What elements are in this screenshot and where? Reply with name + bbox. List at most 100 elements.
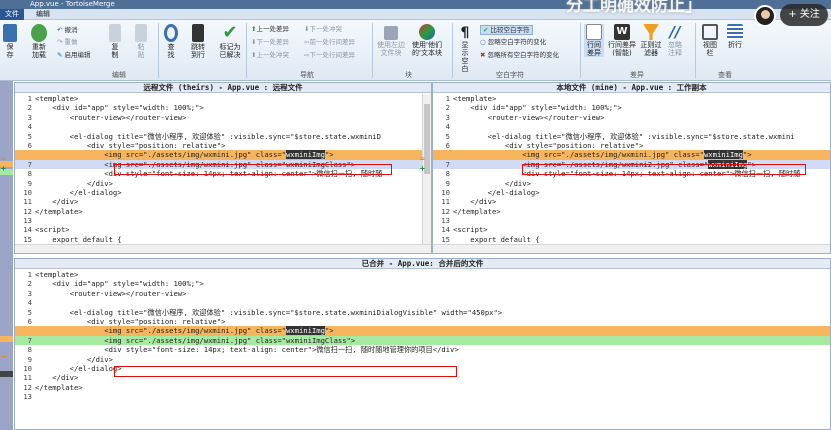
- undo-button[interactable]: ↶ 撤消: [57, 26, 78, 34]
- code-line[interactable]: 1 <template>: [15, 270, 830, 279]
- code-line[interactable]: 1 <template>: [433, 94, 830, 103]
- reload-button[interactable]: 重新加载: [28, 24, 50, 59]
- use-theirs-block-button[interactable]: 使用'他们的'文本块: [410, 24, 444, 57]
- code-line[interactable]: 6 <div style="position: relative">: [15, 317, 830, 326]
- code-line[interactable]: 15 export default {: [433, 235, 830, 244]
- show-whitespace-button[interactable]: ¶ 显示空白: [456, 26, 474, 73]
- line-number: 11: [23, 373, 32, 383]
- code-line[interactable]: 6 <div style="position: relative">: [15, 141, 431, 150]
- code-line[interactable]: 14 <script>: [433, 225, 830, 234]
- code-line[interactable]: 2 <div id="app" style="width: 100%;">: [15, 103, 431, 112]
- ignore-ws-change-option[interactable]: ○ 忽略空白字符的变化: [480, 38, 546, 46]
- code-line[interactable]: 2 <div id="app" style="width: 100%;">: [15, 279, 830, 288]
- line-text-part: </div>: [35, 354, 113, 364]
- code-line[interactable]: 5 <el-dialog title="微信小程序, 欢迎体验" :visibl…: [15, 308, 830, 317]
- prev-diff-button[interactable]: ⬆上一处差异: [251, 25, 289, 33]
- compare-whitespace-option[interactable]: ✔ 比较空白字符: [480, 25, 533, 35]
- code-line[interactable]: 14 <script>: [15, 225, 431, 234]
- code-line[interactable]: 15 export default {: [15, 235, 431, 244]
- location-marker: [0, 371, 13, 377]
- code-line[interactable]: 5 <el-dialog title="微信小程序, 欢迎体验" :visibl…: [15, 132, 431, 141]
- line-diff-smart-button[interactable]: W 行间差异(智能): [607, 24, 637, 57]
- next-diff-button[interactable]: ⬇下一处差异: [251, 38, 289, 46]
- location-bar[interactable]: [0, 81, 13, 430]
- code-line[interactable]: 5 <el-dialog title="微信小程序, 欢迎体验" :visibl…: [433, 132, 830, 141]
- line-number: [15, 150, 35, 159]
- avatar[interactable]: [754, 5, 776, 27]
- use-left-block-button[interactable]: 使用左边文件块: [376, 26, 406, 57]
- code-line[interactable]: 1 <template>: [15, 94, 431, 103]
- redo-label: 重做: [64, 38, 78, 46]
- fold-button[interactable]: 折行: [726, 24, 744, 49]
- code-line[interactable]: 4: [15, 122, 431, 131]
- line-number: 12: [23, 382, 32, 392]
- code-line[interactable]: <img src="./assets/img/wxmini.jpg" class…: [15, 150, 431, 160]
- code-line[interactable]: 7 <img src="./assets/img/wxmini.jpg" cla…: [15, 335, 830, 346]
- highlight-box: [114, 164, 392, 175]
- merged-pane[interactable]: 已合并 - App.vue: 合并后的文件 1 <template> 2 <div …: [14, 258, 831, 430]
- line-number: 10: [441, 187, 450, 197]
- ignore-ws-change-label: 忽略空白字符的变化: [487, 38, 547, 46]
- ignore-all-ws-option[interactable]: ✖ 忽略所有空白字符的变化: [480, 51, 559, 59]
- prev-inline-button[interactable]: ⇦前一处行间差异: [304, 38, 355, 46]
- code-line[interactable]: 11 </div>: [433, 197, 830, 206]
- code-line[interactable]: 3 <router-view></router-view>: [433, 113, 830, 122]
- find-button[interactable]: 查找: [163, 24, 179, 59]
- mine-pane[interactable]: 本地文件 (mine) - App.vue : 工作副本 1 <template>…: [432, 82, 831, 254]
- line-number: 14: [441, 225, 450, 235]
- next-inline-button[interactable]: ⇨下一处行间差异: [304, 51, 355, 59]
- code-line[interactable]: 13: [15, 216, 431, 225]
- code-line[interactable]: 9 </div>: [433, 179, 830, 188]
- code-line[interactable]: 9 </div>: [15, 355, 830, 364]
- code-line[interactable]: 4: [15, 298, 830, 307]
- enable-edit-button[interactable]: ✎ 启用编辑: [57, 51, 91, 59]
- code-line[interactable]: <img src="./assets/img/wxmini.jpg" class…: [433, 150, 830, 160]
- line-text-part: </template>: [35, 382, 83, 392]
- follow-button[interactable]: + 关注: [780, 4, 828, 26]
- ignore-comments-button[interactable]: // 忽略注释: [666, 24, 684, 57]
- code-line[interactable]: 10 </el-dialog>: [433, 188, 830, 197]
- code-line[interactable]: 13: [433, 216, 830, 225]
- code-line[interactable]: 2 <div id="app" style="width: 100%;">: [433, 103, 830, 112]
- paste-button[interactable]: 粘贴: [134, 24, 148, 59]
- code-line[interactable]: <img src="./assets/img/wxmini.jpg" class…: [15, 326, 830, 336]
- code-line[interactable]: 4: [433, 122, 830, 131]
- code-line[interactable]: 10 </el-dialog>: [15, 188, 431, 197]
- menu-edit[interactable]: 编辑: [36, 9, 50, 20]
- regex-filter-button[interactable]: 正则过滤器: [640, 24, 662, 57]
- copy-icon: [109, 24, 121, 42]
- next-conflict-button[interactable]: ⬇下一处冲突: [304, 25, 342, 33]
- line-text: [35, 216, 431, 225]
- code-line[interactable]: 8 <div style="font-size: 14px; text-alig…: [15, 345, 830, 354]
- line-text: <div style="position: relative">: [35, 317, 830, 326]
- line-diff-button[interactable]: 行间差异: [584, 24, 604, 57]
- horizontal-scrollbar[interactable]: [433, 244, 830, 253]
- line-number: 5: [27, 307, 32, 317]
- magnifier-icon: [164, 24, 178, 42]
- redo-button[interactable]: ↷ 重做: [57, 38, 78, 46]
- menu-file[interactable]: 文件: [0, 9, 24, 20]
- code-line[interactable]: 12 </template>: [15, 383, 830, 392]
- code-line[interactable]: 12 </template>: [15, 207, 431, 216]
- horizontal-scrollbar[interactable]: [15, 244, 431, 253]
- line-text-part: <script>: [453, 225, 488, 235]
- code-line[interactable]: 6 <div style="position: relative">: [433, 141, 830, 150]
- code-line[interactable]: 13: [15, 392, 830, 401]
- code-line[interactable]: 9 </div>: [15, 179, 431, 188]
- goto-line-button[interactable]: 跳转到行: [189, 24, 207, 59]
- check-icon: ✔: [483, 26, 489, 34]
- prev-conflict-button[interactable]: ⬆上一处冲突: [251, 51, 289, 59]
- code-line[interactable]: 3 <router-view></router-view>: [15, 289, 830, 298]
- line-number: 1: [27, 94, 32, 103]
- copy-button[interactable]: 复制: [108, 24, 122, 59]
- line-text: </div>: [35, 179, 431, 188]
- mark-resolved-button[interactable]: ✔ 标记为已解决: [217, 24, 243, 60]
- save-button[interactable]: 保存: [2, 24, 18, 59]
- code-line[interactable]: 11 </div>: [15, 197, 431, 206]
- code-line[interactable]: 3 <router-view></router-view>: [15, 113, 431, 122]
- code-line[interactable]: 12 </template>: [433, 207, 830, 216]
- group-nav-label: 导航: [300, 71, 314, 79]
- line-number: 2: [445, 103, 450, 113]
- theirs-pane[interactable]: 远程文件 (theirs) - App.vue : 远程文件 1 <templat…: [14, 82, 432, 254]
- view-bar-button[interactable]: 视图栏: [700, 24, 720, 57]
